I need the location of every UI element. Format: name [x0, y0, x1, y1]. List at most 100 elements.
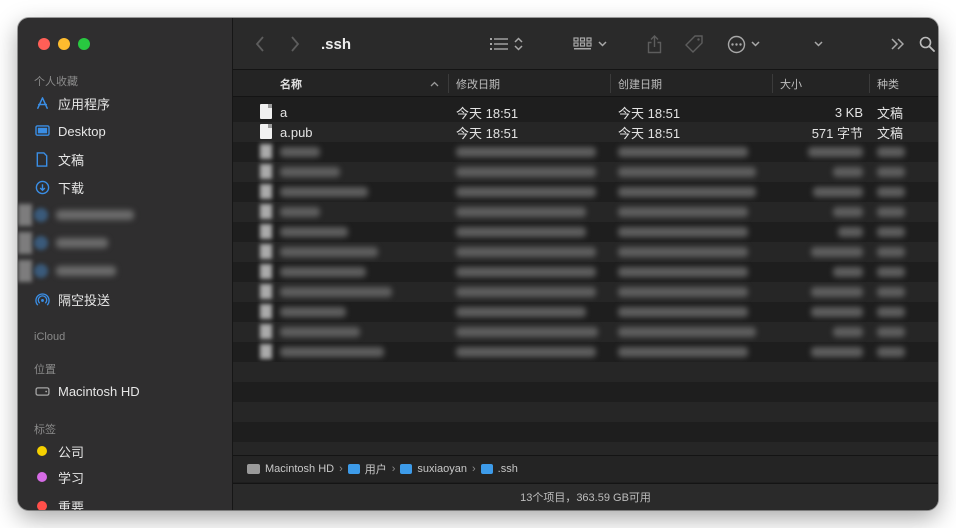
path-dropdown-button[interactable]: [814, 18, 823, 70]
tag-button[interactable]: [684, 18, 704, 70]
redacted-date: [618, 327, 756, 337]
group-button[interactable]: [573, 18, 607, 70]
redacted-kind: [877, 147, 905, 157]
sort-ascending-icon: [430, 70, 439, 97]
table-row-empty: [233, 422, 938, 442]
column-header-name[interactable]: 名称: [280, 70, 302, 97]
table-row-redacted[interactable]: [233, 222, 938, 242]
file-size: 571 字节: [811, 125, 863, 141]
redacted-file-icon: [260, 204, 272, 219]
file-name: a.pub: [280, 124, 313, 140]
file-size: 3 KB: [834, 104, 863, 120]
table-row-redacted[interactable]: [233, 342, 938, 362]
table-row[interactable]: a 今天 18:51 今天 18:51 3 KB 文稿: [233, 102, 938, 122]
sidebar-item-redacted[interactable]: [18, 260, 143, 282]
redacted-name: [280, 187, 368, 197]
table-row[interactable]: a.pub 今天 18:51 今天 18:51 571 字节 文稿: [233, 122, 938, 142]
table-row-redacted[interactable]: [233, 302, 938, 322]
folder-icon: [400, 464, 413, 474]
disk-icon: [247, 464, 260, 474]
redacted-date: [618, 227, 748, 237]
redacted-name: [280, 327, 360, 337]
sidebar-item-tag-important[interactable]: 重要: [34, 495, 84, 510]
redacted-file-icon: [260, 244, 272, 259]
sidebar-item-applications[interactable]: 应用程序: [34, 92, 110, 114]
redacted-file-icon: [260, 344, 272, 359]
path-item[interactable]: 用户: [365, 461, 387, 477]
table-row-redacted[interactable]: [233, 182, 938, 202]
path-item[interactable]: suxiaoyan: [417, 463, 467, 475]
redacted-icon: [34, 264, 48, 278]
forward-button[interactable]: [290, 18, 300, 70]
search-button[interactable]: [919, 18, 935, 70]
redacted-name: [280, 247, 378, 257]
sidebar-item-label: 重要: [58, 499, 85, 511]
disk-icon: [34, 383, 50, 399]
redacted-file-icon: [260, 304, 272, 319]
redacted-date: [618, 147, 748, 157]
close-window-button[interactable]: [38, 38, 50, 50]
redacted-name: [280, 227, 348, 237]
redacted-name: [280, 207, 320, 217]
sidebar-item-redacted[interactable]: [18, 232, 143, 254]
column-divider[interactable]: [610, 74, 611, 93]
redacted-size: [833, 267, 863, 277]
redacted-date: [618, 267, 748, 277]
sidebar-item-macintosh-hd[interactable]: Macintosh HD: [34, 380, 140, 402]
view-mode-button[interactable]: [490, 18, 523, 70]
folder-icon: [480, 464, 493, 474]
redacted-file-icon: [260, 164, 272, 179]
column-header-modified[interactable]: 修改日期: [456, 70, 500, 97]
column-header-kind[interactable]: 种类: [877, 70, 899, 97]
redacted-date: [456, 207, 586, 217]
sidebar-item-desktop[interactable]: Desktop: [34, 120, 106, 142]
sidebar-item-downloads[interactable]: 下载: [34, 176, 84, 198]
sidebar-item-documents[interactable]: 文稿: [34, 148, 84, 170]
table-row-redacted[interactable]: [233, 282, 938, 302]
redacted-name: [280, 267, 366, 277]
redacted-name: [280, 307, 346, 317]
status-bar: 13个项目，363.59 GB可用: [233, 483, 938, 510]
path-item[interactable]: .ssh: [498, 463, 518, 475]
sidebar-item-redacted[interactable]: [18, 204, 143, 226]
column-divider[interactable]: [869, 74, 870, 93]
column-header-size[interactable]: 大小: [780, 70, 802, 97]
redacted-date: [618, 167, 756, 177]
share-button[interactable]: [647, 18, 662, 70]
grid-group-icon: [573, 37, 592, 50]
toolbar-overflow-button[interactable]: [891, 18, 904, 70]
redacted-size: [811, 287, 863, 297]
redacted-kind: [877, 247, 905, 257]
table-row-redacted[interactable]: [233, 262, 938, 282]
path-item[interactable]: Macintosh HD: [265, 463, 334, 475]
back-button[interactable]: [255, 18, 265, 70]
file-kind: 文稿: [877, 105, 904, 121]
sidebar-item-tag-company[interactable]: 公司: [34, 440, 84, 462]
table-row-redacted[interactable]: [233, 202, 938, 222]
zoom-window-button[interactable]: [78, 38, 90, 50]
airdrop-icon: [34, 291, 50, 307]
redacted-size: [811, 247, 863, 257]
redacted-blur: [18, 260, 32, 282]
desktop-icon: [34, 123, 50, 139]
action-menu-button[interactable]: [727, 18, 760, 70]
redacted-kind: [877, 187, 905, 197]
table-row-empty: [233, 382, 938, 402]
table-row-redacted[interactable]: [233, 142, 938, 162]
table-row-redacted[interactable]: [233, 162, 938, 182]
icloud-header: iCloud: [34, 331, 66, 343]
minimize-window-button[interactable]: [58, 38, 70, 50]
redacted-name: [280, 347, 384, 357]
chevron-down-icon: [814, 41, 823, 47]
column-divider[interactable]: [772, 74, 773, 93]
column-header-created[interactable]: 创建日期: [618, 70, 662, 97]
redacted-date: [456, 227, 586, 237]
table-row-redacted[interactable]: [233, 322, 938, 342]
redacted-kind: [877, 167, 905, 177]
chevron-right-icon: [291, 36, 300, 52]
column-divider[interactable]: [448, 74, 449, 93]
table-row-redacted[interactable]: [233, 242, 938, 262]
sidebar-item-tag-study[interactable]: 学习: [34, 466, 84, 488]
sidebar-item-airdrop[interactable]: 隔空投送: [34, 288, 110, 310]
finder-window: 个人收藏 应用程序 Desktop 文稿 下载 隔空投送 iCloud 位置 M…: [18, 18, 938, 510]
